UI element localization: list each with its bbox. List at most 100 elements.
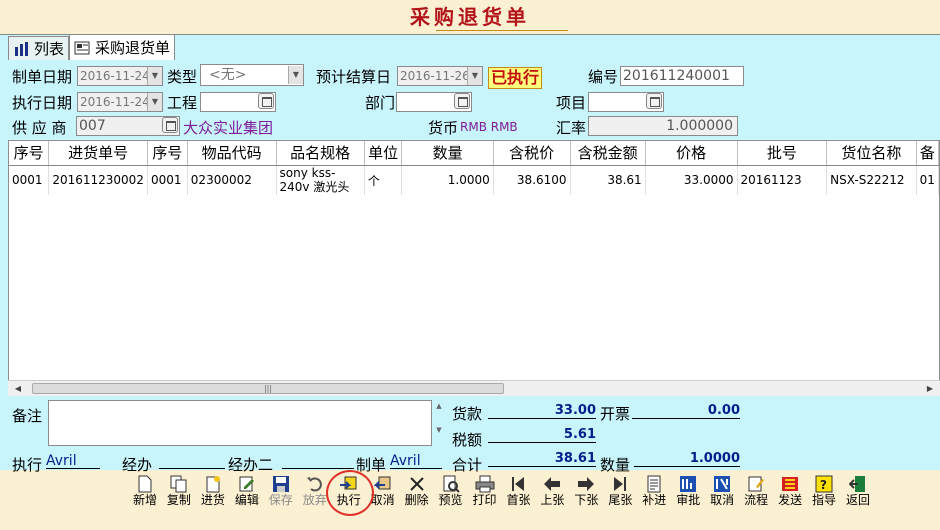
col-header[interactable]: 含税价: [493, 141, 571, 166]
new-button[interactable]: 新增: [128, 472, 162, 512]
rate-field[interactable]: 1.000000: [588, 116, 738, 136]
maker-value: Avril: [390, 453, 442, 469]
save-button[interactable]: 保存: [264, 472, 298, 512]
number-field[interactable]: 201611240001: [620, 66, 744, 86]
settle-date-label: 预计结算日: [316, 68, 392, 86]
supplement-button[interactable]: 补进: [637, 472, 671, 512]
col-header[interactable]: 品名规格: [276, 141, 365, 166]
save-label: 保存: [268, 493, 293, 507]
edit-button[interactable]: 编辑: [230, 472, 264, 512]
type-select[interactable]: <无> ▼: [200, 64, 304, 86]
approve-button[interactable]: 审批: [671, 472, 705, 512]
lookup-icon[interactable]: [162, 117, 178, 133]
last-icon: [610, 474, 630, 494]
last-button[interactable]: 尾张: [603, 472, 637, 512]
col-header[interactable]: 序号: [147, 141, 188, 166]
qty-total: 1.0000: [634, 451, 740, 467]
chevron-down-icon[interactable]: ▼: [467, 67, 482, 85]
prev-button[interactable]: 上张: [535, 472, 569, 512]
memo-scrollbar[interactable]: ▲ ▼: [434, 402, 444, 444]
scroll-right-icon[interactable]: ▶: [922, 381, 938, 396]
cell-qty: 1.0000: [401, 165, 494, 195]
settle-date-value: 2016-11-26: [400, 69, 470, 83]
stock-in-label: 进货: [200, 493, 225, 507]
chevron-down-icon[interactable]: ▼: [288, 66, 303, 84]
cancel-approve-button[interactable]: 取消: [705, 472, 739, 512]
help-button[interactable]: ? 指导: [807, 472, 841, 512]
col-header[interactable]: 物品代码: [187, 141, 277, 166]
first-button[interactable]: 首张: [501, 472, 535, 512]
chevron-down-icon[interactable]: ▼: [147, 67, 162, 85]
exec-date-field[interactable]: 2016-11-24 ▼: [77, 92, 163, 112]
print-label: 打印: [472, 493, 497, 507]
exec-date-value: 2016-11-24: [80, 95, 150, 109]
svg-text:?: ?: [820, 478, 827, 492]
invoice-amount: 0.00: [632, 403, 740, 419]
total-amount: 38.61: [488, 451, 596, 467]
col-header[interactable]: 批号: [737, 141, 828, 166]
chevron-down-icon[interactable]: ▼: [147, 93, 162, 111]
executor-value: Avril: [46, 453, 100, 469]
help-icon: ?: [814, 474, 834, 494]
copy-button[interactable]: 复制: [162, 472, 196, 512]
print-icon: [475, 474, 495, 494]
stock-in-button[interactable]: 进货: [196, 472, 230, 512]
currency-value: RMB RMB: [460, 120, 518, 134]
handler-value: [159, 453, 225, 469]
first-icon: [508, 474, 528, 494]
handler2-value: [282, 453, 354, 469]
next-button[interactable]: 下张: [569, 472, 603, 512]
preview-label: 预览: [438, 493, 463, 507]
return-button[interactable]: 返回: [841, 472, 875, 512]
executor-label: 执行: [12, 456, 43, 474]
cell-tax-amount: 38.61: [570, 165, 646, 195]
prev-label: 上张: [540, 493, 565, 507]
table-row[interactable]: 0001 201611230002 0001 02300002 sony kss…: [9, 165, 939, 195]
edit-label: 编辑: [234, 493, 259, 507]
lookup-icon[interactable]: [258, 93, 274, 109]
undo-label: 放弃: [302, 493, 327, 507]
col-header[interactable]: 序号: [9, 141, 50, 166]
flow-icon: [746, 474, 766, 494]
cancel-exec-icon: [373, 474, 393, 494]
flow-button[interactable]: 流程: [739, 472, 773, 512]
bar-chart-icon: [13, 41, 31, 57]
scroll-thumb[interactable]: |||: [32, 383, 504, 394]
lookup-icon[interactable]: [646, 93, 662, 109]
cancel-exec-label: 取消: [370, 493, 395, 507]
copy-icon: [169, 474, 189, 494]
make-date-field[interactable]: 2016-11-24 ▼: [77, 66, 163, 86]
title-bar: 采购退货单: [0, 0, 940, 34]
delete-button[interactable]: 删除: [400, 472, 434, 512]
col-header[interactable]: 货位名称: [826, 141, 917, 166]
rate-label: 汇率: [556, 119, 587, 137]
horizontal-scrollbar[interactable]: ◀ ||| ▶: [8, 380, 940, 396]
settle-date-field[interactable]: 2016-11-26 ▼: [397, 66, 483, 86]
type-value: <无>: [209, 67, 247, 83]
edit-icon: [237, 474, 257, 494]
prev-icon: [542, 474, 562, 494]
approve-label: 审批: [676, 493, 701, 507]
preview-button[interactable]: 预览: [434, 472, 468, 512]
approve-icon: [678, 474, 698, 494]
tax-label: 税额: [452, 431, 483, 449]
exec-date-label: 执行日期: [12, 94, 73, 112]
lookup-icon[interactable]: [454, 93, 470, 109]
tab-form[interactable]: 采购退货单: [69, 34, 176, 60]
send-button[interactable]: 发送: [773, 472, 807, 512]
next-icon: [576, 474, 596, 494]
cell-item-code: 02300002: [187, 165, 277, 195]
return-label: 返回: [845, 493, 870, 507]
memo-field[interactable]: [48, 400, 432, 446]
col-header[interactable]: 备: [916, 141, 939, 166]
print-button[interactable]: 打印: [468, 472, 502, 512]
item-label: 项目: [556, 94, 587, 112]
col-header[interactable]: 单位: [364, 141, 403, 166]
tab-list[interactable]: 列表: [8, 36, 70, 60]
col-header[interactable]: 含税金额: [570, 141, 646, 166]
col-header[interactable]: 价格: [645, 141, 738, 166]
scroll-left-icon[interactable]: ◀: [10, 381, 26, 396]
col-header[interactable]: 数量: [401, 141, 494, 166]
table-header: 序号 进货单号 序号 物品代码 品名规格 单位 数量 含税价 含税金额 价格 批…: [9, 141, 939, 166]
col-header[interactable]: 进货单号: [48, 141, 148, 166]
